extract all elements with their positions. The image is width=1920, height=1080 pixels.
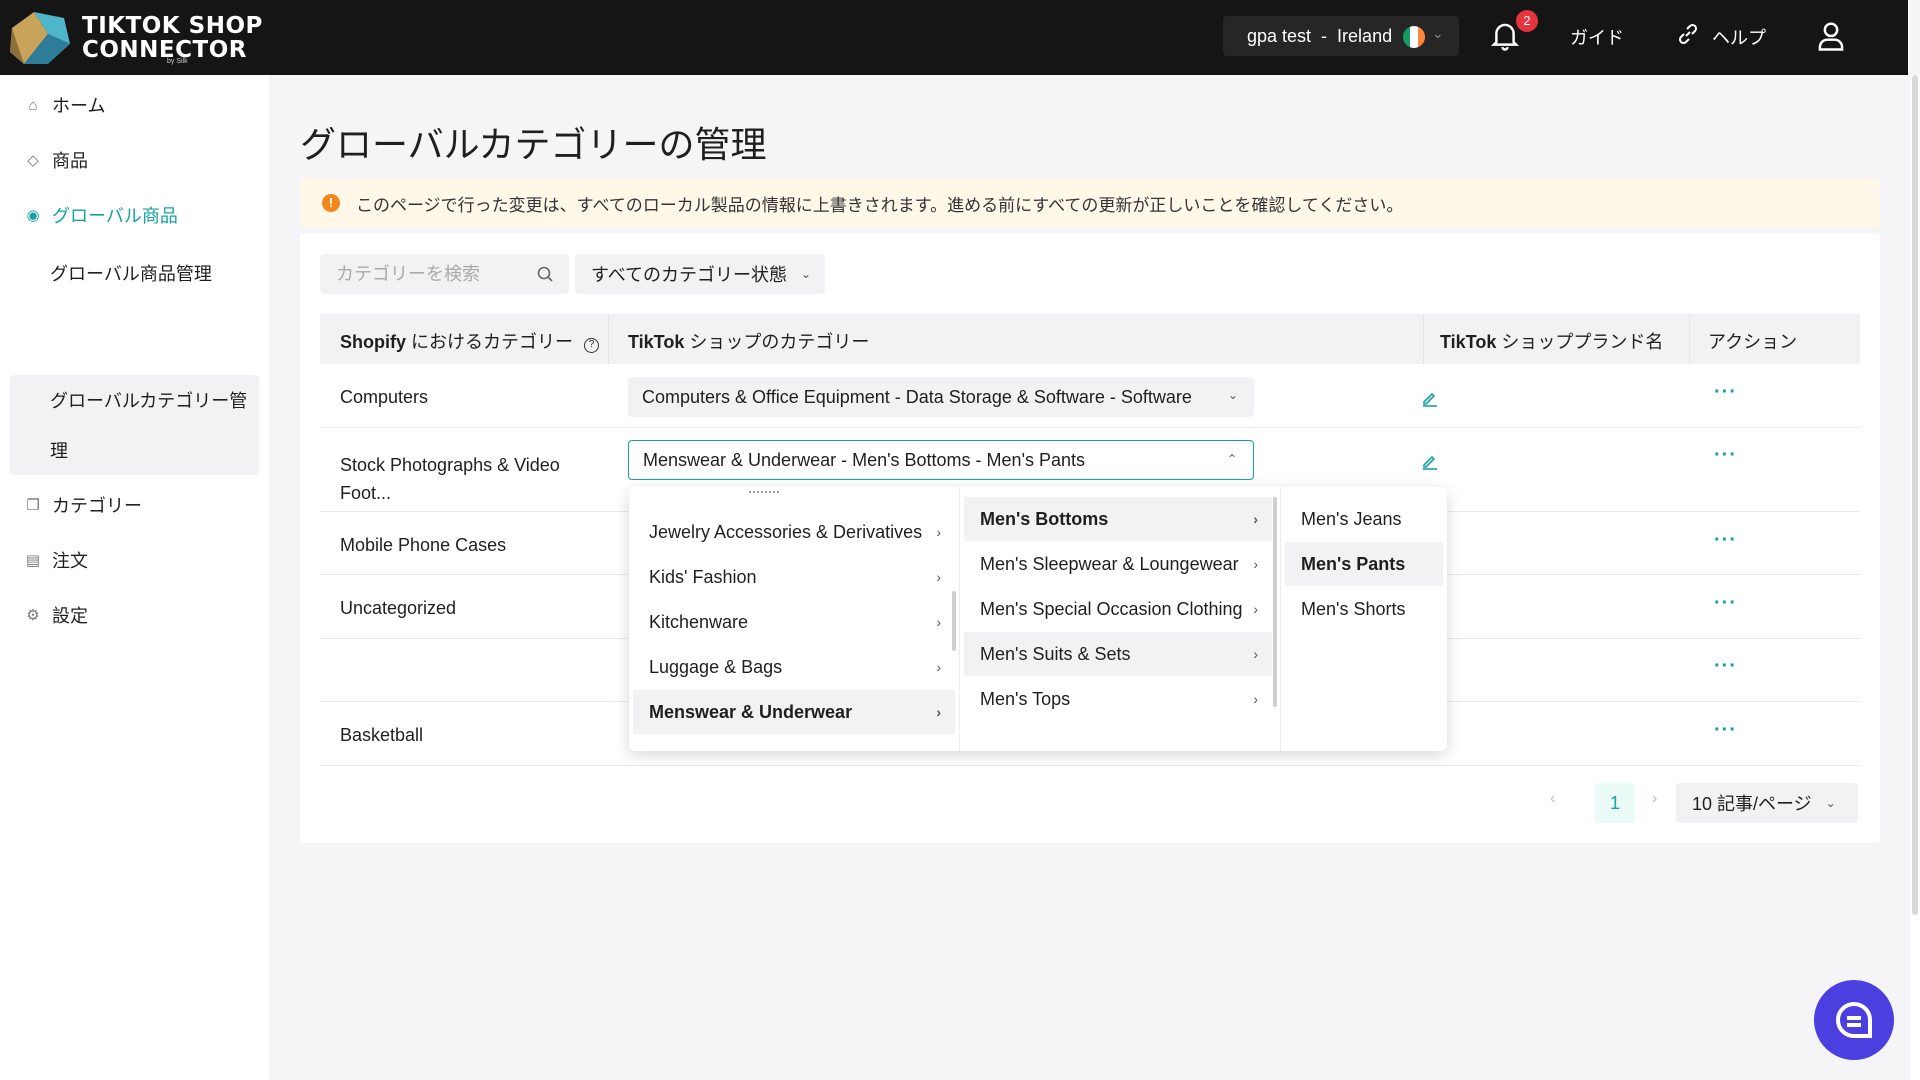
store-name: gpa test [1247,25,1312,46]
alert-text: このページで行った変更は、すべてのローカル製品の情報に上書きされます。進める前に… [356,195,1404,215]
app-logo[interactable] [8,8,72,66]
cascader-option[interactable]: Men's Suits & Sets › [964,632,1272,676]
cascader-option-selected[interactable]: Menswear & Underwear › [633,690,955,734]
chevron-right-icon: › [936,524,941,540]
cascader-option[interactable]: Men's Sleepwear & Loungewear › [964,542,1272,586]
chevron-right-icon: › [936,614,941,630]
next-page-icon[interactable]: › [1652,790,1657,808]
page-size-select[interactable]: 10 記事/ページ ⌄ [1676,783,1858,823]
cascader-option[interactable]: Luggage & Bags › [633,645,955,689]
table-cell-shopify: Computers [340,387,429,407]
chevron-down-icon: ⌄ [1825,796,1836,810]
cascader-option-selected[interactable]: Men's Pants [1285,542,1443,586]
cascader-column-3: Men's Jeans Men's Pants Men's Shorts [1281,487,1447,751]
table-cell-shopify: Basketball [340,725,424,745]
chevron-up-icon: ⌃ [1226,452,1237,466]
user-icon[interactable] [1816,20,1846,52]
tiktok-category-select-open[interactable]: Menswear & Underwear - Men's Bottoms - M… [628,440,1254,480]
category-status-filter[interactable]: すべてのカテゴリー状態 ⌄ [575,254,825,294]
logo-text: TIKTOK SHOP CONNECTOR [82,13,263,63]
shopping-bag-icon: ▤ [25,552,41,569]
home-icon: ⌂ [28,96,38,114]
cascader-option[interactable]: Men's Tops › [964,677,1272,721]
page-number[interactable]: 1 [1595,783,1635,823]
cascader-scrollbar[interactable] [1273,497,1277,707]
chevron-right-icon: › [1253,601,1258,617]
chevron-right-icon: › [1253,646,1258,662]
table-header: Shopify におけるカテゴリー ? TikTok ショップのカテゴリー Ti… [320,314,1860,364]
chevron-right-icon: › [936,659,941,675]
chevron-down-icon: ⌄ [801,267,812,281]
bell-icon[interactable] [1490,20,1520,52]
sidebar-item-products[interactable]: ◇ 商品 [24,145,88,175]
chevron-right-icon: › [1253,556,1258,572]
search-icon[interactable] [536,265,554,283]
cascader-option[interactable]: Men's Jeans [1285,497,1443,541]
cascader-option[interactable]: Men's Shorts [1285,587,1443,631]
copy-icon: ❐ [26,497,40,514]
chevron-down-icon: ⌄ [1432,25,1444,41]
chevron-down-icon: ⌄ [1227,388,1238,402]
guide-link[interactable]: ガイド [1570,24,1624,50]
more-actions-button[interactable]: ··· [1714,381,1737,404]
table-cell-shopify: Stock Photographs & Video Foot... [340,455,560,503]
sidebar-sub-global-product-management[interactable]: グローバル商品管理 [50,260,212,286]
chevron-right-icon: › [936,569,941,585]
table-cell-shopify: Uncategorized [340,598,457,618]
cascader-column-2: Men's Bottoms › Men's Sleepwear & Loungew… [960,487,1280,751]
column-tiktok-category: TikTok ショップのカテゴリー [628,332,870,352]
chevron-right-icon: › [1253,691,1258,707]
tiktok-category-select[interactable]: Computers & Office Equipment - Data Stor… [628,377,1254,417]
logo-subtitle: by Silk [167,58,188,65]
more-actions-button[interactable]: ··· [1714,592,1737,615]
category-cascader-dropdown: Jewelry Accessories & Derivatives › Kids'… [629,487,1447,751]
chevron-right-icon: › [936,704,941,720]
cascader-option[interactable]: Kitchenware › [633,600,955,644]
edit-icon[interactable] [1421,452,1439,470]
column-tiktok-brand: TikTok ショッププランド名 [1440,332,1664,352]
search-input[interactable] [320,254,569,294]
help-circle-icon[interactable]: ? [584,338,600,353]
gear-icon: ⚙ [26,607,40,624]
cascader-column-1: Jewelry Accessories & Derivatives › Kids'… [629,487,959,751]
chat-button[interactable] [1814,980,1894,1060]
cascader-option[interactable]: Jewelry Accessories & Derivatives › [633,510,955,554]
prev-page-icon[interactable]: ‹ [1550,790,1555,808]
store-country: Ireland [1337,25,1393,46]
page-title: グローバルカテゴリーの管理 [300,124,767,165]
top-bar: TIKTOK SHOP CONNECTOR by Silk gpa test -… [0,0,1908,75]
sidebar-item-settings[interactable]: ⚙ 設定 [24,600,88,630]
sidebar-item-global-products[interactable]: ◉ グローバル商品 [24,200,177,230]
tag-icon: ◇ [27,152,39,169]
more-actions-button[interactable]: ··· [1714,529,1737,552]
more-actions-button[interactable]: ··· [1714,655,1737,678]
notification-badge: 2 [1516,10,1538,32]
more-actions-button[interactable]: ··· [1714,719,1737,742]
link-icon [1678,23,1698,45]
ireland-flag-icon [1403,26,1425,48]
sidebar-item-categories[interactable]: ❐ カテゴリー [24,490,142,520]
cascader-option[interactable]: Kids' Fashion › [633,555,955,599]
cascader-option[interactable]: Men's Special Occasion Clothing › [964,587,1272,631]
edit-icon[interactable] [1421,389,1439,407]
more-actions-button[interactable]: ··· [1714,444,1737,467]
warning-icon: ! [322,194,340,212]
page-scrollbar[interactable] [1910,75,1920,1080]
sidebar: ⌂ ホーム ◇ 商品 ◉ グローバル商品 グローバル商品管理 グローバルカテゴリ… [0,75,269,1080]
table-cell-shopify: Mobile Phone Cases [340,535,507,555]
chat-icon [1836,1001,1872,1038]
column-action: アクション [1708,332,1798,352]
store-selector[interactable]: gpa test - Ireland ⌄ [1223,16,1459,56]
warning-alert: ! このページで行った変更は、すべてのローカル製品の情報に上書きされます。進める… [300,178,1880,228]
globe-icon: ◉ [26,207,40,224]
help-link[interactable]: ヘルプ [1712,24,1766,50]
sidebar-sub-global-category-management[interactable]: グローバルカテゴリー管 理 [10,375,259,475]
chevron-right-icon: › [1253,511,1258,527]
sidebar-item-home[interactable]: ⌂ ホーム [24,90,105,120]
sidebar-item-orders[interactable]: ▤ 注文 [24,545,88,575]
cascader-scrollbar[interactable] [952,591,956,651]
cascader-option-selected[interactable]: Men's Bottoms › [964,497,1272,541]
column-shopify-category: Shopify におけるカテゴリー ? [340,328,600,354]
